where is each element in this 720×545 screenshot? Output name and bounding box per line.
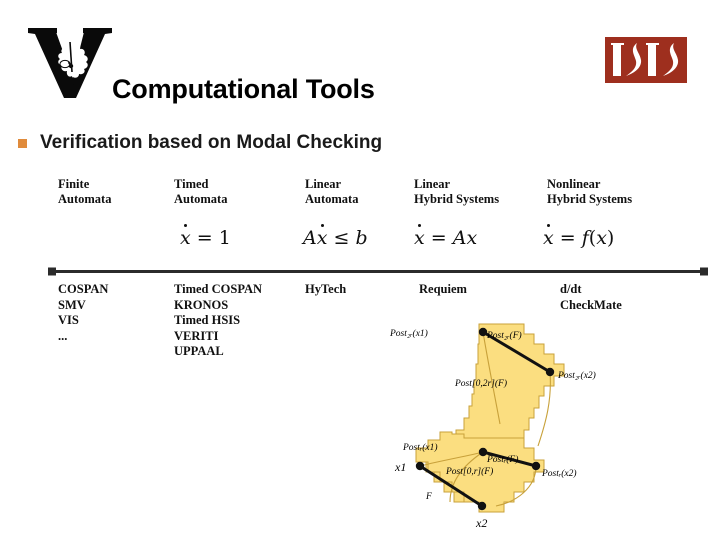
- column-header-linear-hybrid-systems: Linear Hybrid Systems: [414, 177, 499, 207]
- spectrum-axis-line: [48, 263, 708, 276]
- label-post-2r-x2: Post₂ᵣ(x2): [558, 371, 596, 381]
- column-header-linear-automata: Linear Automata: [305, 177, 358, 207]
- label-post-0-r-F: Post[0,r](F): [446, 467, 494, 477]
- tool-item: HyTech: [305, 282, 347, 296]
- equation-nonlinear-hybrid-systems: x = f(x): [543, 224, 615, 249]
- tool-item: UPPAAL: [174, 344, 224, 358]
- tool-item: ...: [58, 328, 68, 343]
- column-header-finite-automata: Finite Automata: [58, 177, 111, 207]
- equation-timed-automata: x = 1: [180, 224, 231, 249]
- tool-item: VERITI: [174, 328, 219, 343]
- tool-item: Timed HSIS: [174, 313, 241, 327]
- tools-linear-hybrid-systems: Requiem: [419, 282, 467, 298]
- col2-head-line1: Linear: [305, 177, 342, 191]
- col4-head-line2: Hybrid Systems: [547, 192, 633, 206]
- tool-item: KRONOS: [174, 297, 229, 312]
- isis-logo: [605, 37, 687, 83]
- vanderbilt-v-logo: [26, 24, 114, 100]
- slide-canvas: Computational Tools Verification based o…: [0, 0, 720, 540]
- bullet-text: Verification based on Modal Checking: [40, 132, 383, 153]
- tools-finite-automata: COSPAN SMV VIS ...: [58, 282, 108, 344]
- col1-head-line1: Timed: [174, 177, 209, 191]
- tool-item: COSPAN: [58, 282, 109, 296]
- col4-head-line1: Nonlinear: [547, 177, 601, 191]
- label-axis-x2: x2: [476, 516, 488, 530]
- label-post-r-F: Postᵣ(F): [487, 455, 519, 465]
- col0-head-line1: Finite: [58, 177, 90, 191]
- tool-item: SMV: [58, 297, 86, 312]
- reachability-post-diagram: Post₂ᵣ(x1) Post₂ᵣ(F) Post₂ᵣ(x2) Post[0,2…: [384, 320, 614, 540]
- label-post-r-x1: Postᵣ(x1): [403, 443, 438, 453]
- column-header-timed-automata: Timed Automata: [174, 177, 227, 207]
- column-header-nonlinear-hybrid-systems: Nonlinear Hybrid Systems: [547, 177, 632, 207]
- bullet-square-icon: [18, 138, 27, 148]
- page-title: Computational Tools: [112, 74, 375, 104]
- tool-item: d/dt: [560, 282, 582, 296]
- tool-item: VIS: [58, 313, 79, 327]
- tool-item: Timed COSPAN: [174, 282, 263, 296]
- equation-linear-hybrid-systems: x = Ax: [414, 224, 478, 249]
- label-axis-x1: x1: [395, 460, 407, 474]
- tools-timed-automata: Timed COSPAN KRONOS Timed HSIS VERITI UP…: [174, 282, 262, 360]
- label-post-2r-x1: Post₂ᵣ(x1): [390, 329, 428, 339]
- bullet-row: Verification based on Modal Checking: [18, 132, 382, 154]
- equation-linear-automata: Ax ≤ b: [303, 224, 368, 249]
- col3-head-line2: Hybrid Systems: [414, 192, 500, 206]
- label-post-r-x2: Postᵣ(x2): [542, 469, 577, 479]
- tool-item: CheckMate: [560, 297, 622, 312]
- col0-head-line2: Automata: [58, 192, 112, 206]
- label-region-F: F: [426, 492, 432, 502]
- label-post-0-2r-F: Post[0,2r](F): [455, 379, 507, 389]
- col2-head-line2: Automata: [305, 192, 359, 206]
- label-post-2r-F: Post₂ᵣ(F): [487, 331, 522, 341]
- col1-head-line2: Automata: [174, 192, 228, 206]
- tool-item: Requiem: [419, 282, 467, 296]
- col3-head-line1: Linear: [414, 177, 451, 191]
- tools-nonlinear-hybrid-systems: d/dt CheckMate: [560, 282, 622, 313]
- tools-linear-automata: HyTech: [305, 282, 346, 298]
